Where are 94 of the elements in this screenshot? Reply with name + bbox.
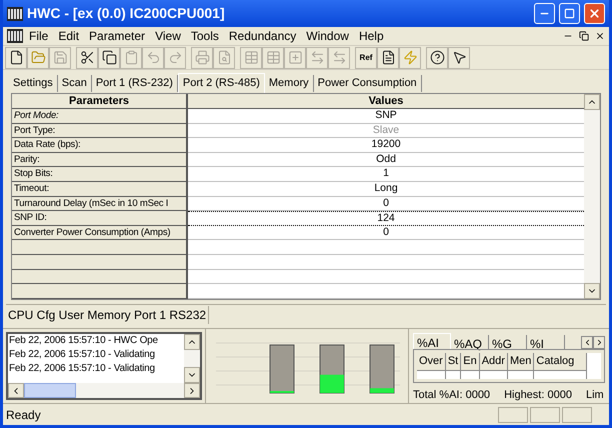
tab[interactable]: %AI — [413, 333, 451, 349]
parameter-cell: Parity: — [12, 152, 188, 168]
close-icon — [588, 7, 601, 20]
status-panel — [562, 406, 592, 422]
tab[interactable]: %AQ — [451, 335, 489, 349]
tab[interactable]: Memory — [264, 75, 314, 92]
column-header: St — [446, 353, 460, 370]
redo-icon — [168, 50, 182, 65]
lightning-icon — [402, 50, 418, 65]
menu-item[interactable]: View — [151, 27, 185, 45]
toolbar-button[interactable] — [5, 46, 27, 68]
toolbar-button[interactable] — [98, 46, 120, 68]
column-header: Catalog — [534, 353, 586, 370]
parameter-cell: Stop Bits: — [12, 167, 188, 182]
log-entry[interactable]: Feb 22, 2006 15:57:10 - Validating — [9, 362, 183, 376]
minimize-button[interactable] — [534, 3, 555, 24]
plus-icon — [288, 50, 302, 65]
column-header: Addr — [480, 353, 507, 370]
child-restore-icon[interactable] — [579, 31, 589, 41]
value-cell[interactable]: 0 — [188, 226, 584, 240]
tab[interactable]: Scan — [58, 75, 92, 92]
parameter-cell: Port Mode: — [12, 109, 188, 124]
value-cell[interactable]: 124 — [188, 211, 584, 226]
summary-text: Highest: 0000 — [504, 388, 572, 403]
toolbar-button[interactable] — [377, 46, 399, 68]
parameter-cell: Data Rate (bps): — [12, 138, 188, 153]
clipboard-icon — [124, 50, 138, 65]
window-title: HWC - [ex (0.0) IC200CPU001] — [27, 4, 226, 23]
menu-item[interactable]: Parameter — [85, 27, 150, 45]
tab[interactable]: Port 2 (RS-485) — [178, 73, 265, 93]
scissors-icon — [80, 50, 94, 65]
tab-scroll-right-button[interactable] — [593, 336, 605, 349]
horizontal-scrollbar[interactable] — [8, 383, 200, 398]
swap-icon — [310, 50, 324, 65]
toolbar-button[interactable] — [426, 46, 448, 68]
tab[interactable]: %I — [527, 335, 565, 349]
column-header: Values — [188, 94, 584, 109]
close-button[interactable] — [584, 3, 605, 24]
app-logo-icon — [7, 29, 23, 43]
column-header: En — [461, 353, 479, 370]
copy-icon — [102, 50, 116, 65]
menu-item[interactable]: Help — [354, 27, 388, 45]
help-icon — [430, 50, 444, 65]
summary-text: Total %AI: 0000 — [413, 388, 490, 403]
value-cell[interactable]: SNP — [188, 109, 584, 124]
column-header: Over — [417, 353, 445, 370]
tab[interactable]: Settings — [9, 75, 58, 92]
column-header: Men — [508, 353, 534, 370]
menu-item[interactable]: Edit — [54, 27, 84, 45]
menu-item[interactable]: Tools — [186, 27, 223, 45]
toolbar-button[interactable] — [76, 46, 98, 68]
undo-icon — [146, 50, 160, 65]
value-cell[interactable]: 1 — [188, 167, 584, 182]
menu-item[interactable]: File — [25, 27, 52, 45]
grid-icon — [244, 50, 258, 65]
menu-item[interactable]: Redundancy — [224, 27, 300, 45]
summary-text: Lim — [586, 388, 604, 403]
log-entry[interactable]: Feb 22, 2006 15:57:10 - Validating — [9, 348, 183, 362]
parameter-cell: Timeout: — [12, 182, 188, 197]
pointer-help-icon — [452, 50, 466, 65]
grid-icon — [266, 50, 280, 65]
parameter-cell: Converter Power Consumption (Amps) — [12, 226, 188, 240]
status-panel — [530, 406, 560, 422]
vertical-scrollbar[interactable] — [584, 94, 600, 299]
folder-icon — [30, 50, 46, 65]
save-icon — [52, 50, 68, 65]
tab-scroll-left-button[interactable] — [581, 336, 593, 349]
status-text: Ready — [6, 406, 42, 424]
toolbar-button[interactable] — [448, 46, 470, 68]
column-header: Parameters — [12, 94, 188, 109]
vertical-scrollbar[interactable] — [184, 334, 200, 383]
parameter-cell: SNP ID: — [12, 211, 188, 226]
document-icon — [380, 50, 396, 65]
maximize-icon — [564, 8, 575, 19]
value-cell[interactable]: 19200 — [188, 138, 584, 153]
app-logo-icon — [7, 6, 23, 20]
parameter-cell: Port Type: — [12, 124, 188, 138]
parameter-cell: Turnaround Delay (mSec in 10 mSec I — [12, 196, 188, 212]
info-bar-text: CPU Cfg User Memory Port 1 RS232 — [6, 306, 210, 324]
status-panel — [498, 406, 528, 422]
swap-icon — [332, 50, 346, 65]
value-cell[interactable]: 0 — [188, 196, 584, 212]
tab[interactable]: %G — [489, 335, 527, 349]
reference-button[interactable]: Ref — [355, 46, 377, 68]
child-close-icon[interactable] — [595, 31, 605, 41]
preview-icon — [216, 50, 232, 65]
new-file-icon — [8, 50, 24, 65]
menu-item[interactable]: Window — [302, 27, 353, 45]
tab[interactable]: Power Consumption — [314, 75, 422, 92]
value-cell[interactable]: Odd — [188, 152, 584, 168]
value-cell[interactable]: Long — [188, 182, 584, 197]
maximize-button[interactable] — [559, 3, 580, 24]
log-entry[interactable]: Feb 22, 2006 15:57:10 - HWC Ope — [9, 334, 183, 348]
printer-icon — [194, 50, 210, 65]
